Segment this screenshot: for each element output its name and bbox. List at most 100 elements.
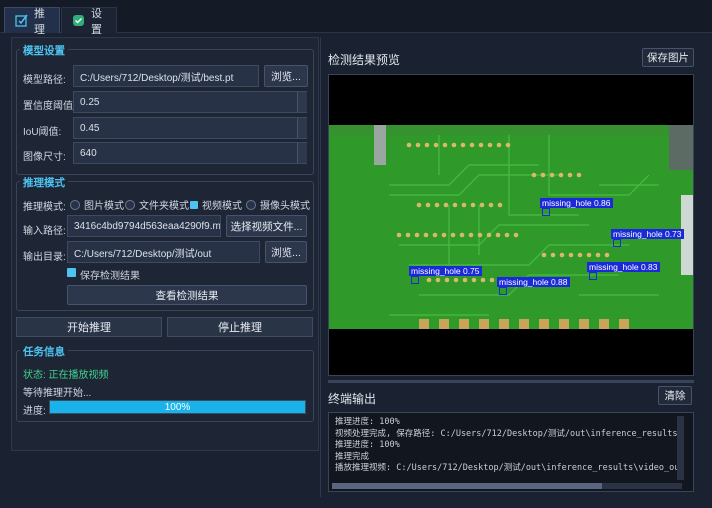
pcb-pad <box>453 277 459 283</box>
save-results-checkbox[interactable] <box>67 268 76 277</box>
conf-stepper[interactable] <box>297 92 307 112</box>
output-dir-field[interactable]: C:/Users/712/Desktop/测试/out <box>67 241 260 263</box>
detection-box <box>411 276 419 284</box>
terminal-horizontal-scrollbar[interactable] <box>332 483 682 489</box>
tab-inference-label: 推理 <box>34 7 45 36</box>
pcb-pad <box>540 172 546 178</box>
detection-box <box>613 239 621 247</box>
radio-dot <box>125 199 135 210</box>
model-browse-button[interactable]: 浏览... <box>264 65 308 87</box>
conf-label: 置信度阈值: <box>23 101 76 112</box>
pcb-pad <box>433 142 439 148</box>
radio-video-mode[interactable]: 视频模式 <box>190 197 242 212</box>
terminal-output: 推理进度: 100% 视频处理完成, 保存路径: C:/Users/712/De… <box>328 412 694 492</box>
pcb-pad <box>576 172 582 178</box>
radio-camera-label: 摄像头模式 <box>260 201 310 212</box>
pcb-pad <box>479 202 485 208</box>
stop-inference-button[interactable]: 停止推理 <box>167 317 313 337</box>
input-path-label: 输入路径: <box>23 226 66 237</box>
pcb-pad <box>450 232 456 238</box>
checkbox-checked-icon <box>67 268 76 277</box>
pcb-pad <box>504 232 510 238</box>
pcb-pad <box>469 142 475 148</box>
pcb-pad <box>549 172 555 178</box>
imgsz-value: 640 <box>80 147 97 159</box>
detection-box <box>589 272 597 280</box>
pcb-pad <box>459 232 465 238</box>
imgsz-stepper[interactable] <box>297 143 307 163</box>
pcb-pad <box>489 277 495 283</box>
terminal-line: 视频处理完成, 保存路径: C:/Users/712/Desktop/测试/ou… <box>335 428 678 439</box>
select-video-button[interactable]: 选择视频文件... <box>226 215 307 237</box>
pcb-pad <box>558 172 564 178</box>
detection-label: missing_hole 0.73 <box>611 229 684 239</box>
mode-label: 推理模式: <box>23 202 66 213</box>
progress-bar: 100% <box>49 400 306 414</box>
radio-folder-mode[interactable]: 文件夹模式 <box>125 197 189 212</box>
pcb-pad <box>486 232 492 238</box>
radio-dot <box>70 199 80 210</box>
pcb-pad <box>487 142 493 148</box>
pcb-pad <box>425 202 431 208</box>
save-results-label: 保存检测结果 <box>80 271 140 282</box>
pcb-pad <box>426 277 432 283</box>
view-results-button[interactable]: 查看检测结果 <box>67 285 307 305</box>
iou-spinbox[interactable]: 0.45 <box>73 117 307 139</box>
conf-spinbox[interactable]: 0.25 <box>73 91 307 113</box>
clear-button[interactable]: 清除 <box>658 386 692 405</box>
task-info-title: 任务信息 <box>20 344 68 359</box>
scrollbar-thumb[interactable] <box>332 483 602 489</box>
start-inference-button[interactable]: 开始推理 <box>16 317 162 337</box>
pcb-pad <box>432 232 438 238</box>
pcb-pad <box>559 252 565 258</box>
pcb-pad <box>604 252 610 258</box>
pcb-pad <box>488 202 494 208</box>
iou-stepper[interactable] <box>297 118 307 138</box>
input-path-field[interactable]: 3416c4bd9794d563eaa4290f9.mp4 <box>67 215 221 237</box>
iou-label: IoU阈值: <box>23 127 62 138</box>
pcb-pad <box>468 232 474 238</box>
output-browse-button[interactable]: 浏览... <box>265 241 307 263</box>
pcb-pad <box>462 277 468 283</box>
tab-inference[interactable]: 推理 <box>4 7 60 36</box>
detection-box <box>499 287 507 295</box>
preview-title: 检测结果预览 <box>328 53 401 67</box>
tab-settings-label: 设置 <box>91 7 102 36</box>
radio-image-mode[interactable]: 图片模式 <box>70 197 124 212</box>
detection-label: missing_hole 0.75 <box>409 266 482 276</box>
terminal-line: 推理进度: 100% <box>335 417 400 427</box>
pcb-pad <box>405 232 411 238</box>
pcb-pad <box>495 232 501 238</box>
terminal-vertical-scrollbar[interactable] <box>677 416 684 480</box>
terminal-title: 终端输出 <box>328 392 377 406</box>
pcb-pad <box>423 232 429 238</box>
detection-label: missing_hole 0.83 <box>587 262 660 272</box>
pcb-pad <box>577 252 583 258</box>
tab-settings[interactable]: 设置 <box>61 7 117 36</box>
radio-dot-selected <box>190 200 198 209</box>
radio-camera-mode[interactable]: 摄像头模式 <box>246 197 310 212</box>
model-path-field[interactable]: C:/Users/712/Desktop/测试/best.pt <box>73 65 259 87</box>
pcb-pad <box>471 277 477 283</box>
radio-image-label: 图片模式 <box>84 201 124 212</box>
pcb-pad <box>406 142 412 148</box>
model-path-label: 模型路径: <box>23 75 66 86</box>
pcb-pad <box>496 142 502 148</box>
terminal-line: 推理进度: 100% <box>335 440 400 450</box>
pcb-pad <box>451 142 457 148</box>
pcb-pad <box>586 252 592 258</box>
preview-area: missing_hole 0.86 missing_hole 0.73 miss… <box>328 74 694 376</box>
save-image-button[interactable]: 保存图片 <box>642 48 694 67</box>
pcb-pad <box>396 232 402 238</box>
pcb-image <box>329 125 693 329</box>
pcb-pad <box>470 202 476 208</box>
progress-text: 100% <box>164 401 191 413</box>
pcb-pad <box>568 252 574 258</box>
imgsz-spinbox[interactable]: 640 <box>73 142 307 164</box>
pcb-pad <box>477 232 483 238</box>
pcb-pad <box>480 277 486 283</box>
pcb-pad <box>416 202 422 208</box>
splitter-handle[interactable] <box>328 380 694 383</box>
pcb-pad <box>460 142 466 148</box>
iou-value: 0.45 <box>80 122 100 134</box>
